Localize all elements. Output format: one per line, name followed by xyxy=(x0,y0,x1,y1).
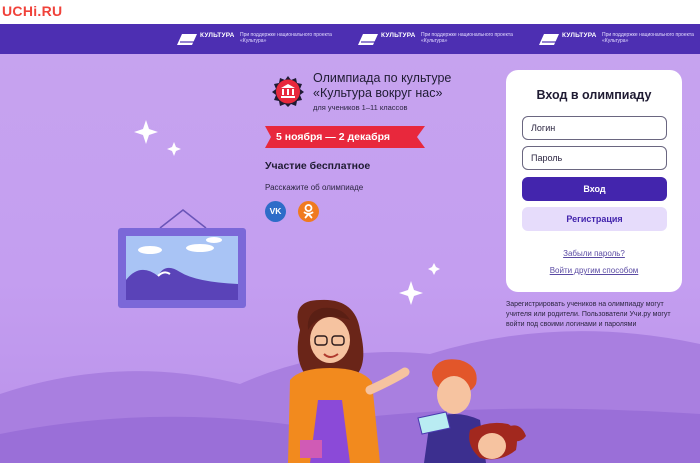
olympiad-subtitle: для учеников 1–11 классов xyxy=(313,103,408,112)
odnoklassniki-icon xyxy=(303,204,314,219)
other-login-link[interactable]: Войти другим способом xyxy=(506,266,682,275)
password-input[interactable] xyxy=(522,146,667,170)
login-button[interactable]: Вход xyxy=(522,177,667,201)
children-illustration xyxy=(417,359,526,463)
free-participation-label: Участие бесплатное xyxy=(265,160,371,172)
share-label: Расскажите об олимпиаде xyxy=(265,183,364,192)
teacher-illustration xyxy=(288,299,410,463)
olympiad-dates: 5 ноября — 2 декабря xyxy=(276,131,390,143)
login-card-title: Вход в олимпиаду xyxy=(536,88,652,102)
register-button[interactable]: Регистрация xyxy=(522,207,667,231)
login-input[interactable] xyxy=(522,116,667,140)
forgot-password-link[interactable]: Забыли пароль? xyxy=(506,249,682,258)
login-card: Вход в олимпиаду Вход Регистрация Забыли… xyxy=(506,70,682,292)
vk-share-button[interactable]: VK xyxy=(265,201,286,222)
sparkle-icon xyxy=(399,281,423,305)
sparkle-icon xyxy=(428,263,440,275)
registration-note: Зарегистрировать учеников на олимпиаду м… xyxy=(506,301,671,328)
museum-badge-icon xyxy=(272,76,304,107)
framed-painting xyxy=(118,209,246,308)
sparkle-icon xyxy=(167,142,181,156)
olympiad-title-line1: Олимпиада по культуре xyxy=(313,71,452,85)
ok-share-button[interactable] xyxy=(298,201,319,222)
olympiad-title-line2: «Культура вокруг нас» xyxy=(313,86,443,100)
sparkle-icon xyxy=(134,120,158,144)
